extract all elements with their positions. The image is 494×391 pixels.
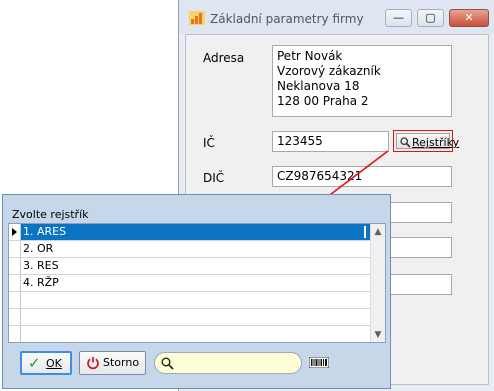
close-button[interactable]: ✕ xyxy=(449,9,489,27)
ok-button[interactable]: ✓ OK xyxy=(20,351,72,375)
address-line: 128 00 Praha 2 xyxy=(277,94,369,108)
window-title: Základní parametry firmy xyxy=(210,12,364,26)
ico-field[interactable]: 123455 xyxy=(272,131,389,152)
address-line: Petr Novák xyxy=(277,49,343,63)
address-label: Adresa xyxy=(203,51,245,65)
registry-button-label: Rejstříky xyxy=(412,136,460,149)
chart-icon xyxy=(189,11,205,25)
row-indicator xyxy=(9,292,21,308)
storno-button-label: Storno xyxy=(103,356,140,369)
maximize-button[interactable]: ▢ xyxy=(417,9,444,27)
row-indicator xyxy=(9,224,21,240)
address-field[interactable]: Petr Novák Vzorový zákazník Neklanova 18… xyxy=(272,45,452,117)
search-input[interactable] xyxy=(154,352,302,374)
list-item[interactable]: 4. RŽP xyxy=(9,275,371,292)
address-line: Neklanova 18 xyxy=(277,79,360,93)
registry-button-face: Rejstříky xyxy=(396,133,459,149)
row-indicator xyxy=(9,326,21,342)
barcode-icon[interactable] xyxy=(309,357,329,368)
scroll-up-icon[interactable]: ▲ xyxy=(371,227,385,237)
ok-button-label: OK xyxy=(46,357,62,370)
row-indicator xyxy=(9,309,21,325)
current-row-arrow-icon xyxy=(12,228,17,236)
row-indicator xyxy=(9,258,21,274)
magnifier-icon xyxy=(400,137,411,148)
list-item[interactable]: 2. OR xyxy=(9,241,371,258)
empty-row xyxy=(9,326,371,342)
row-indicator xyxy=(9,241,21,257)
list-item-label: 2. OR xyxy=(23,242,54,255)
title-bar[interactable]: Základní parametry firmy — ▢ ✕ xyxy=(179,0,494,34)
empty-row xyxy=(9,309,371,326)
vertical-scrollbar[interactable]: ▲ ▼ xyxy=(370,224,385,342)
close-icon: ✕ xyxy=(464,11,474,24)
row-indicator xyxy=(9,275,21,291)
search-icon xyxy=(161,357,174,370)
ico-label: IČ xyxy=(203,136,215,150)
checkmark-icon: ✓ xyxy=(28,354,41,372)
text-caret xyxy=(364,226,366,238)
list-item-label: 3. RES xyxy=(23,259,59,272)
registry-dialog: Zvolte rejstřík 1. ARES 2. OR 3. RES 4. … xyxy=(2,194,391,389)
list-item[interactable]: 1. ARES xyxy=(9,224,371,241)
empty-row xyxy=(9,292,371,309)
storno-button[interactable]: Storno xyxy=(79,351,146,375)
maximize-icon: ▢ xyxy=(425,11,436,24)
registry-button[interactable]: Rejstříky xyxy=(393,130,459,152)
list-item-label: 4. RŽP xyxy=(23,276,59,289)
dialog-title: Zvolte rejstřík xyxy=(12,208,89,221)
list-item[interactable]: 3. RES xyxy=(9,258,371,275)
address-line: Vzorový zákazník xyxy=(277,64,381,78)
minimize-icon: — xyxy=(393,11,404,24)
scroll-down-icon[interactable]: ▼ xyxy=(371,330,385,340)
dic-field[interactable]: CZ987654321 xyxy=(272,166,452,187)
registry-list: 1. ARES 2. OR 3. RES 4. RŽP ▲ ▼ xyxy=(8,223,386,343)
minimize-button[interactable]: — xyxy=(385,9,412,27)
dic-label: DIČ xyxy=(203,171,225,185)
power-icon xyxy=(87,357,99,370)
list-item-label: 1. ARES xyxy=(23,225,67,238)
